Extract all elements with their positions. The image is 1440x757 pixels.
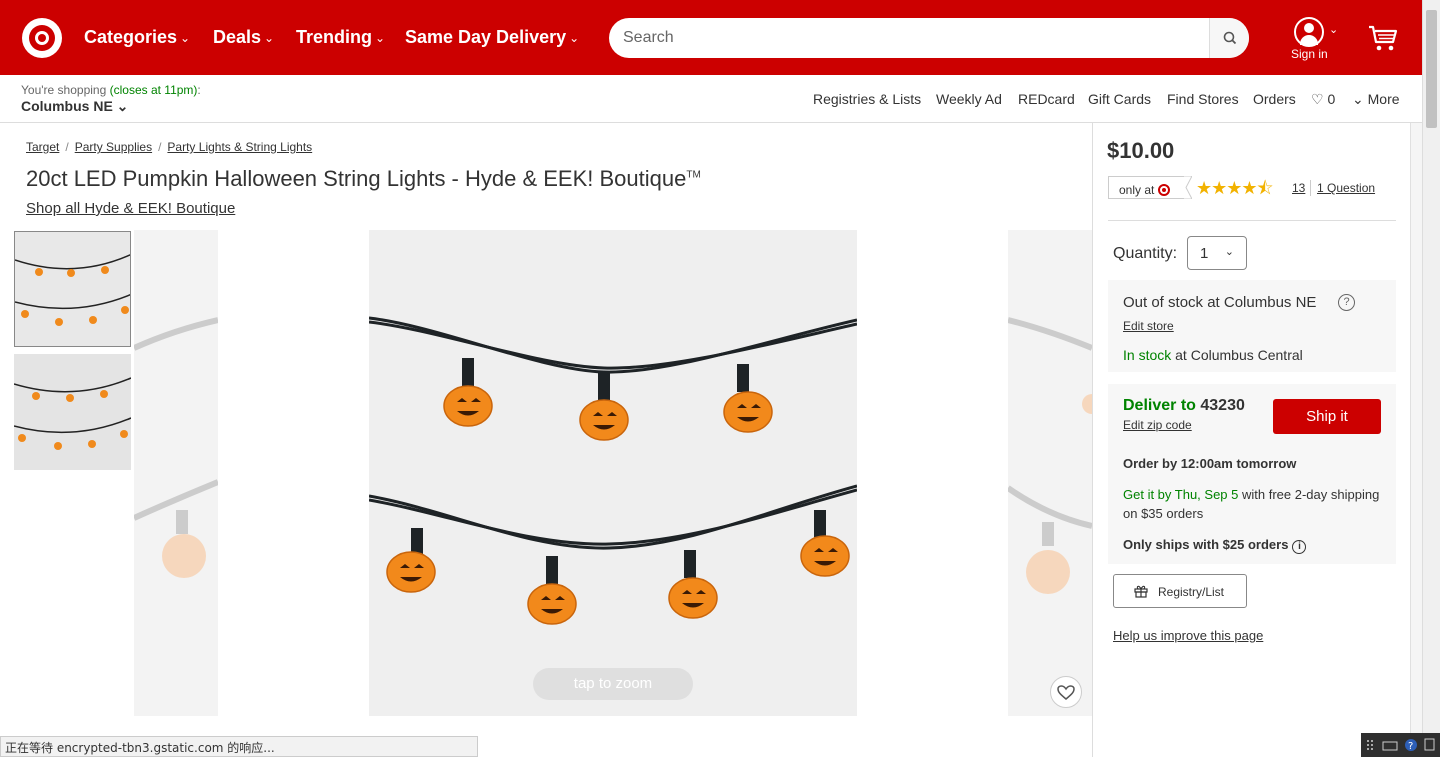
- browser-status-bar: 正在等待 encrypted-tbn3.gstatic.com 的响应...: [0, 736, 478, 757]
- shop-brand-link[interactable]: Shop all Hyde & EEK! Boutique: [26, 200, 235, 217]
- sign-in-button[interactable]: ⌄ Sign in: [1286, 17, 1346, 67]
- chevron-down-icon: ⌄: [116, 98, 129, 114]
- link-redcard[interactable]: REDcard: [1018, 91, 1075, 107]
- next-image-preview[interactable]: [1008, 230, 1092, 716]
- account-icon: [1294, 17, 1324, 47]
- breadcrumb: Target / Party Supplies / Party Lights & Str…: [26, 140, 313, 154]
- help-improve-link[interactable]: Help us improve this page: [1113, 628, 1263, 643]
- add-to-favorites-button[interactable]: [1050, 676, 1082, 708]
- ship-it-button[interactable]: Ship it: [1273, 399, 1381, 434]
- out-of-stock-text: Out of stock at Columbus NE: [1123, 294, 1317, 311]
- link-registries-lists[interactable]: Registries & Lists: [813, 91, 921, 107]
- chevron-down-icon: ⌄: [180, 31, 191, 45]
- product-price: $10.00: [1107, 138, 1175, 163]
- utility-bar: You're shopping (closes at 11pm): Columb…: [0, 75, 1422, 123]
- badge-flag-notch: [1184, 176, 1192, 199]
- favorites-link[interactable]: ♡ 0: [1311, 91, 1335, 108]
- order-by-text: Order by 12:00am tomorrow: [1123, 456, 1297, 471]
- breadcrumb-party-lights[interactable]: Party Lights & String Lights: [167, 140, 312, 154]
- nav-deals[interactable]: Deals ⌄: [213, 27, 274, 48]
- nav-trending[interactable]: Trending ⌄: [296, 27, 385, 48]
- quantity-select[interactable]: 1 ⌄: [1187, 236, 1247, 270]
- heart-icon: [1057, 685, 1075, 700]
- breadcrumb-target[interactable]: Target: [26, 140, 59, 154]
- svg-text:?: ?: [1408, 741, 1413, 752]
- deliver-to-text: Deliver to 43230: [1123, 397, 1245, 414]
- link-weekly-ad[interactable]: Weekly Ad: [936, 91, 1002, 107]
- heart-icon: ♡: [1311, 91, 1324, 107]
- panel-scrollbar[interactable]: [1410, 123, 1422, 757]
- page-scrollbar[interactable]: [1422, 0, 1440, 757]
- system-tray: ?: [1361, 733, 1440, 757]
- tap-to-zoom-button[interactable]: tap to zoom: [533, 668, 693, 700]
- shopping-location-text: You're shopping (closes at 11pm):: [21, 83, 201, 97]
- chevron-down-icon: ⌄: [569, 31, 580, 45]
- product-title: 20ct LED Pumpkin Halloween String Lights…: [26, 166, 701, 191]
- target-logo-icon[interactable]: [22, 18, 62, 58]
- search-button[interactable]: [1209, 18, 1249, 58]
- top-header: Categories ⌄ Deals ⌄ Trending ⌄ Same Day De…: [0, 0, 1422, 75]
- link-find-stores[interactable]: Find Stores: [1167, 91, 1239, 107]
- search-input[interactable]: [623, 26, 1203, 50]
- search-icon: [1223, 31, 1237, 45]
- tray-icons: ?: [1367, 738, 1435, 752]
- product-thumbnail-image: [14, 354, 131, 470]
- rating-stars[interactable]: ★★★★⯪: [1196, 176, 1274, 206]
- questions-link[interactable]: 1 Question: [1317, 181, 1375, 195]
- chevron-down-icon: ⌄: [1224, 246, 1234, 258]
- registry-list-label: Registry/List: [1158, 585, 1225, 599]
- thumbnail-1[interactable]: [14, 231, 131, 347]
- scrollbar-thumb[interactable]: [1426, 10, 1437, 128]
- gift-icon: [1134, 585, 1148, 598]
- link-gift-cards[interactable]: Gift Cards: [1088, 91, 1151, 107]
- chevron-down-icon: ⌄: [1329, 24, 1339, 36]
- store-selector[interactable]: Columbus NE ⌄: [21, 98, 128, 115]
- review-count-link[interactable]: 13: [1292, 181, 1305, 195]
- link-orders[interactable]: Orders: [1253, 91, 1296, 107]
- product-image: [369, 230, 857, 716]
- help-icon[interactable]: ?: [1338, 294, 1355, 311]
- nav-categories[interactable]: Categories ⌄: [84, 27, 190, 48]
- product-image: [1008, 317, 1092, 594]
- shipping-panel: Deliver to 43230 Edit zip code Ship it O…: [1108, 384, 1396, 564]
- minimum-order-text: Only ships with $25 orders i: [1123, 537, 1307, 554]
- product-thumbnail-image: [15, 232, 130, 346]
- registry-list-button[interactable]: Registry/List: [1113, 574, 1247, 608]
- chevron-down-icon: ⌄: [375, 31, 386, 45]
- chevron-down-icon: ⌄: [1352, 91, 1364, 107]
- more-menu[interactable]: ⌄ More: [1352, 91, 1400, 108]
- search-bar: [609, 18, 1249, 58]
- product-image: [134, 317, 218, 578]
- chevron-down-icon: ⌄: [264, 31, 275, 45]
- column-divider: [1092, 123, 1093, 757]
- cart-button[interactable]: [1368, 24, 1398, 52]
- divider: [1310, 180, 1311, 196]
- info-icon[interactable]: i: [1292, 540, 1307, 554]
- in-stock-text: In stock at Columbus Central: [1123, 347, 1303, 363]
- delivery-estimate-text: Get it by Thu, Sep 5 with free 2-day shi…: [1123, 487, 1380, 521]
- main-product-image[interactable]: tap to zoom: [369, 230, 857, 716]
- only-at-target-badge: only at: [1108, 176, 1188, 199]
- breadcrumb-party-supplies[interactable]: Party Supplies: [75, 140, 152, 154]
- cart-icon: [1369, 25, 1398, 51]
- thumbnail-2[interactable]: [14, 354, 131, 470]
- quantity-label: Quantity:: [1113, 245, 1178, 262]
- edit-store-link[interactable]: Edit store: [1123, 319, 1174, 333]
- nav-same-day-delivery[interactable]: Same Day Delivery ⌄: [405, 27, 579, 48]
- edit-zip-link[interactable]: Edit zip code: [1123, 418, 1192, 432]
- store-availability-panel: Out of stock at Columbus NE ? Edit store…: [1108, 280, 1396, 372]
- divider: [1108, 220, 1396, 221]
- previous-image-preview[interactable]: [134, 230, 218, 716]
- target-logo-icon: [1158, 184, 1171, 196]
- sign-in-label: Sign in: [1291, 47, 1328, 61]
